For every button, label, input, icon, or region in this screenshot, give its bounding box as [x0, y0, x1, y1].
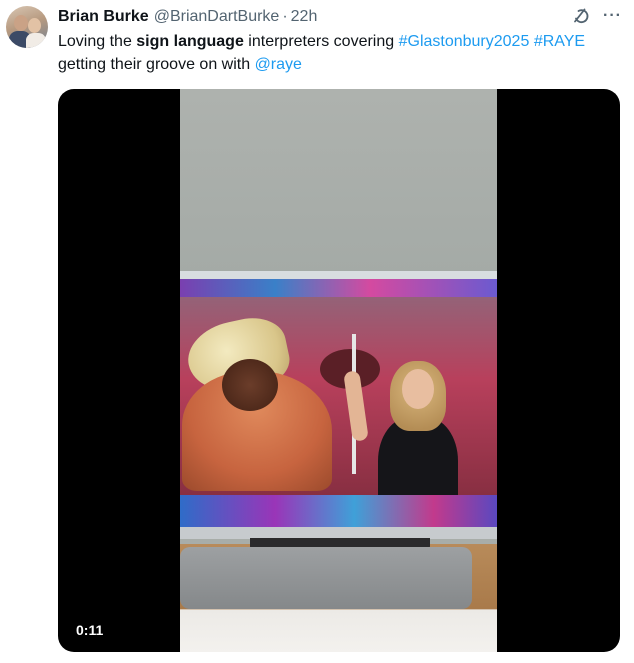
- display-name[interactable]: Brian Burke: [58, 8, 149, 26]
- soundbar: [180, 547, 472, 609]
- stage-floor-graphics: [180, 495, 497, 529]
- avatar-person-2: [28, 18, 41, 33]
- wall-background: [180, 89, 497, 279]
- avatar-person-1: [14, 15, 28, 31]
- tweet-timestamp[interactable]: 22h: [291, 8, 318, 26]
- user-avatar[interactable]: [6, 6, 48, 48]
- tweet-text-segment: Loving the: [58, 33, 137, 50]
- performer-head: [222, 359, 278, 411]
- tweet-header: Brian Burke @BrianDartBurke · 22h: [58, 7, 317, 27]
- tweet-actions-top: ···: [571, 6, 622, 26]
- hashtag-link[interactable]: #RAYE: [534, 33, 585, 50]
- tweet-text: Loving the sign language interpreters co…: [58, 30, 618, 76]
- video-player[interactable]: 0:11: [58, 89, 620, 652]
- more-icon[interactable]: ···: [603, 6, 622, 26]
- grok-icon[interactable]: [571, 6, 591, 26]
- tweet-text-bold: sign language: [136, 33, 244, 50]
- avatar-body-2: [26, 33, 46, 48]
- hashtag-link[interactable]: #Glastonbury2025: [399, 33, 530, 50]
- video-duration: 0:11: [70, 620, 110, 640]
- video-frame: [180, 89, 497, 652]
- tweet-text-segment: interpreters covering: [243, 33, 399, 50]
- stage-lights: [180, 279, 497, 297]
- tv-screen: [180, 279, 497, 529]
- user-handle[interactable]: @BrianDartBurke: [154, 8, 280, 26]
- mention-link[interactable]: @raye: [255, 56, 302, 73]
- interpreter-face: [402, 369, 434, 409]
- separator-dot: ·: [282, 8, 288, 25]
- tweet-text-segment: getting their groove on with: [58, 56, 255, 73]
